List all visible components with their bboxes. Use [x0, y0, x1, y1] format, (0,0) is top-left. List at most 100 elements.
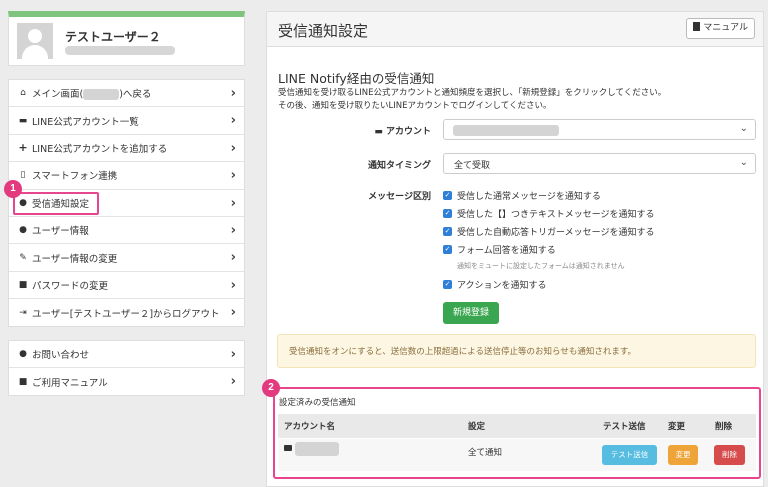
- account-name-cell: [284, 442, 339, 456]
- chevron-right-icon: ›: [230, 113, 236, 129]
- chevron-right-icon: ›: [230, 347, 236, 362]
- logout-icon: ⇥: [19, 307, 27, 318]
- check-icon: ✓: [443, 227, 452, 236]
- account-select[interactable]: ⌄: [443, 119, 756, 140]
- page-title: 受信通知設定: [278, 22, 369, 40]
- column-edit: 変更: [668, 422, 686, 432]
- pencil-icon: ✎: [19, 252, 27, 263]
- book-icon: [693, 22, 701, 31]
- manual-button[interactable]: マニュアル: [686, 18, 755, 39]
- column-test: テスト送信: [603, 422, 646, 432]
- avatar: [17, 23, 53, 59]
- profile-name: テストユーザー２: [65, 30, 161, 44]
- sidebar-item-account-list[interactable]: ▬ LINE公式アカウント一覧 ›: [9, 107, 244, 135]
- chevron-right-icon: ›: [230, 195, 236, 211]
- column-account-name: アカウント名: [284, 422, 336, 432]
- chat-icon: ▬: [18, 115, 28, 126]
- redacted-account-name: [295, 442, 339, 456]
- chat-icon: ▬: [374, 127, 386, 137]
- home-icon: ⌂: [20, 88, 26, 99]
- table-header: アカウント名 設定 テスト送信 変更 削除: [278, 414, 756, 438]
- step-badge-2: 2: [262, 379, 280, 397]
- chevron-right-icon: ›: [230, 250, 236, 266]
- timing-label: 通知タイミング: [367, 161, 431, 171]
- description-line: その後、通知を受け取りたいLINEアカウントでログインしてください。: [278, 101, 552, 111]
- chevron-right-icon: ›: [230, 305, 236, 321]
- setting-cell: 全て通知: [468, 448, 503, 458]
- user-icon: ●: [19, 225, 27, 236]
- notice-text: 受信通知をオンにすると、送信数の上限超過による送信停止等のお知らせも通知されます…: [289, 347, 636, 357]
- chevron-right-icon: ›: [230, 374, 236, 389]
- sidebar-item-label: LINE公式アカウントを追加する: [32, 143, 168, 155]
- plus-icon: +: [18, 141, 28, 155]
- sidebar-item-user-info[interactable]: ● ユーザー情報 ›: [9, 217, 244, 245]
- profile-id-redacted: [65, 46, 175, 55]
- checkbox-normal-message[interactable]: ✓ 受信した通常メッセージを通知する: [443, 189, 601, 202]
- info-notice: 受信通知をオンにすると、送信数の上限超過による送信停止等のお知らせも通知されます…: [277, 334, 756, 368]
- registered-title: 設定済みの受信通知: [279, 398, 356, 408]
- timing-value: 全て受取: [454, 161, 491, 171]
- description: 受信通知を受け取るLINE公式アカウントと通知頻度を選択し、「新規登録」をクリッ…: [278, 87, 666, 113]
- chevron-right-icon: ›: [230, 222, 236, 238]
- sidebar-item-label: お問い合わせ: [32, 350, 90, 361]
- main-panel: 受信通知設定 マニュアル LINE Notify経由の受信通知 受信通知を受け取…: [266, 11, 764, 487]
- step-badge-1: 1: [4, 180, 22, 198]
- sidebar-item-label: スマートフォン連携: [32, 171, 118, 183]
- sidebar-item-manual[interactable]: ■ ご利用マニュアル ›: [9, 368, 244, 395]
- chevron-down-icon: ⌄: [739, 123, 748, 134]
- page-header: 受信通知設定 マニュアル: [267, 12, 763, 47]
- book-icon: ■: [18, 376, 28, 387]
- chevron-down-icon: ⌄: [739, 157, 748, 168]
- sidebar-item-label: ユーザー情報: [32, 226, 89, 238]
- sidebar-item-contact[interactable]: ● お問い合わせ ›: [9, 341, 244, 368]
- sidebar-item-smartphone[interactable]: ▯ スマートフォン連携 ›: [9, 162, 244, 190]
- description-line: 受信通知を受け取るLINE公式アカウントと通知頻度を選択し、「新規登録」をクリッ…: [278, 88, 667, 98]
- column-delete: 削除: [715, 422, 733, 432]
- manual-button-label: マニュアル: [703, 23, 748, 33]
- edit-button[interactable]: 変更: [668, 445, 698, 465]
- sidebar-item-add-account[interactable]: + LINE公式アカウントを追加する ›: [9, 135, 244, 163]
- sidebar-help-menu: ● お問い合わせ › ■ ご利用マニュアル ›: [8, 340, 245, 396]
- smartphone-icon: ▯: [20, 170, 26, 181]
- chat-icon: [284, 444, 292, 451]
- sidebar-item-label: パスワードの変更: [32, 280, 109, 292]
- chevron-right-icon: ›: [230, 140, 236, 156]
- sidebar-item-label: LINE公式アカウント一覧: [32, 116, 139, 128]
- check-icon: ✓: [443, 245, 452, 254]
- message-label: メッセージ区別: [368, 192, 431, 202]
- chevron-right-icon: ›: [230, 86, 236, 101]
- checkbox-action[interactable]: ✓ アクションを通知する: [443, 278, 547, 291]
- sidebar-item-main-screen[interactable]: ⌂ メイン画面( )へ戻る ›: [9, 80, 244, 108]
- table-row: 全て通知 テスト送信 変更 削除: [278, 439, 756, 471]
- form-note: 通知をミュートに設定したフォームは通知されません: [457, 262, 625, 270]
- section-title: LINE Notify経由の受信通知: [278, 71, 435, 86]
- sidebar-item-logout[interactable]: ⇥ ユーザー[テストユーザー２]からログアウト ›: [9, 299, 244, 326]
- highlight-box: [13, 191, 99, 215]
- checkbox-form-answer[interactable]: ✓ フォーム回答を通知する: [443, 243, 556, 256]
- sidebar-item-label: )へ戻る: [119, 89, 152, 101]
- sidebar-item-label: メイン画面(: [32, 89, 84, 101]
- redacted-account-value: [453, 125, 559, 136]
- sidebar-item-password[interactable]: ■ パスワードの変更 ›: [9, 272, 244, 300]
- sidebar-item-label: ユーザー情報の変更: [32, 253, 118, 265]
- checkbox-bracket-message[interactable]: ✓ 受信した【】つきテキストメッセージを通知する: [443, 207, 655, 220]
- profile-card: テストユーザー２: [8, 11, 245, 66]
- account-label: ▬ アカウント: [374, 127, 431, 137]
- delete-button[interactable]: 削除: [714, 445, 745, 465]
- check-icon: ✓: [443, 209, 452, 218]
- check-icon: ✓: [443, 191, 452, 200]
- column-setting: 設定: [468, 422, 486, 432]
- sidebar-item-label: ユーザー[テストユーザー２]からログアウト: [32, 308, 220, 320]
- test-send-button[interactable]: テスト送信: [602, 445, 657, 465]
- chevron-right-icon: ›: [230, 168, 236, 184]
- chevron-right-icon: ›: [230, 277, 236, 293]
- register-button[interactable]: 新規登録: [443, 302, 499, 324]
- question-icon: ●: [19, 349, 27, 359]
- sidebar-item-user-edit[interactable]: ✎ ユーザー情報の変更 ›: [9, 244, 244, 272]
- checkbox-autoreply-message[interactable]: ✓ 受信した自動応答トリガーメッセージを通知する: [443, 225, 654, 238]
- sidebar-menu: ⌂ メイン画面( )へ戻る › ▬ LINE公式アカウント一覧 › + LINE公…: [8, 79, 245, 327]
- check-icon: ✓: [443, 280, 452, 289]
- sidebar-item-label: ご利用マニュアル: [32, 377, 108, 389]
- sidebar-item-notification-settings[interactable]: ● 受信通知設定 ›: [9, 190, 244, 217]
- timing-select[interactable]: 全て受取 ⌄: [443, 153, 756, 174]
